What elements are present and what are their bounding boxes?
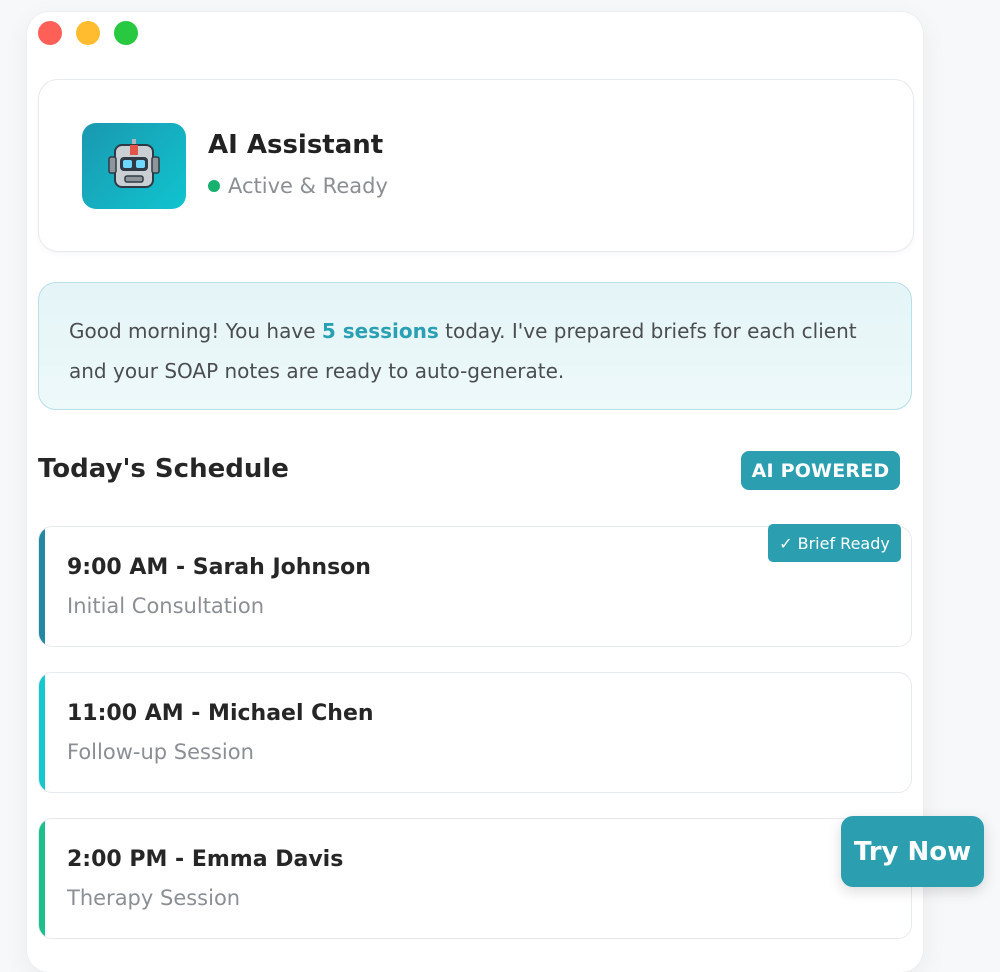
assistant-title: AI Assistant	[208, 130, 384, 160]
session-accent-bar	[39, 527, 45, 646]
robot-icon	[82, 123, 186, 209]
session-title: 2:00 PM - Emma Davis	[67, 847, 344, 872]
session-title: 9:00 AM - Sarah Johnson	[67, 555, 371, 580]
assistant-status-text: Active & Ready	[228, 174, 388, 198]
assistant-card: AI Assistant Active & Ready	[38, 79, 914, 252]
session-type: Follow-up Session	[67, 740, 254, 764]
session-type: Therapy Session	[67, 886, 241, 910]
schedule-title: Today's Schedule	[38, 454, 289, 484]
session-accent-bar	[39, 819, 45, 938]
minimize-window-button[interactable]	[76, 21, 100, 45]
app-window: AI Assistant Active & Ready Good morning…	[27, 12, 923, 972]
brief-ready-badge[interactable]: ✓ Brief Ready	[768, 524, 901, 562]
try-now-button[interactable]: Try Now	[841, 816, 984, 887]
session-count-highlight: 5 sessions	[321, 319, 439, 343]
session-accent-bar	[39, 673, 45, 792]
maximize-window-button[interactable]	[114, 21, 138, 45]
ai-powered-badge: AI POWERED	[741, 451, 900, 490]
greeting-text-start: Good morning! You have	[69, 319, 322, 343]
greeting-message: Good morning! You have 5 sessions today.…	[38, 282, 912, 410]
session-card[interactable]: 2:00 PM - Emma Davis Therapy Session	[38, 818, 912, 939]
close-window-button[interactable]	[38, 21, 62, 45]
window-controls	[38, 21, 138, 45]
session-card[interactable]: 11:00 AM - Michael Chen Follow-up Sessio…	[38, 672, 912, 793]
assistant-status: Active & Ready	[208, 174, 388, 198]
session-type: Initial Consultation	[67, 594, 265, 618]
status-indicator-icon	[208, 180, 220, 192]
session-title: 11:00 AM - Michael Chen	[67, 701, 374, 726]
